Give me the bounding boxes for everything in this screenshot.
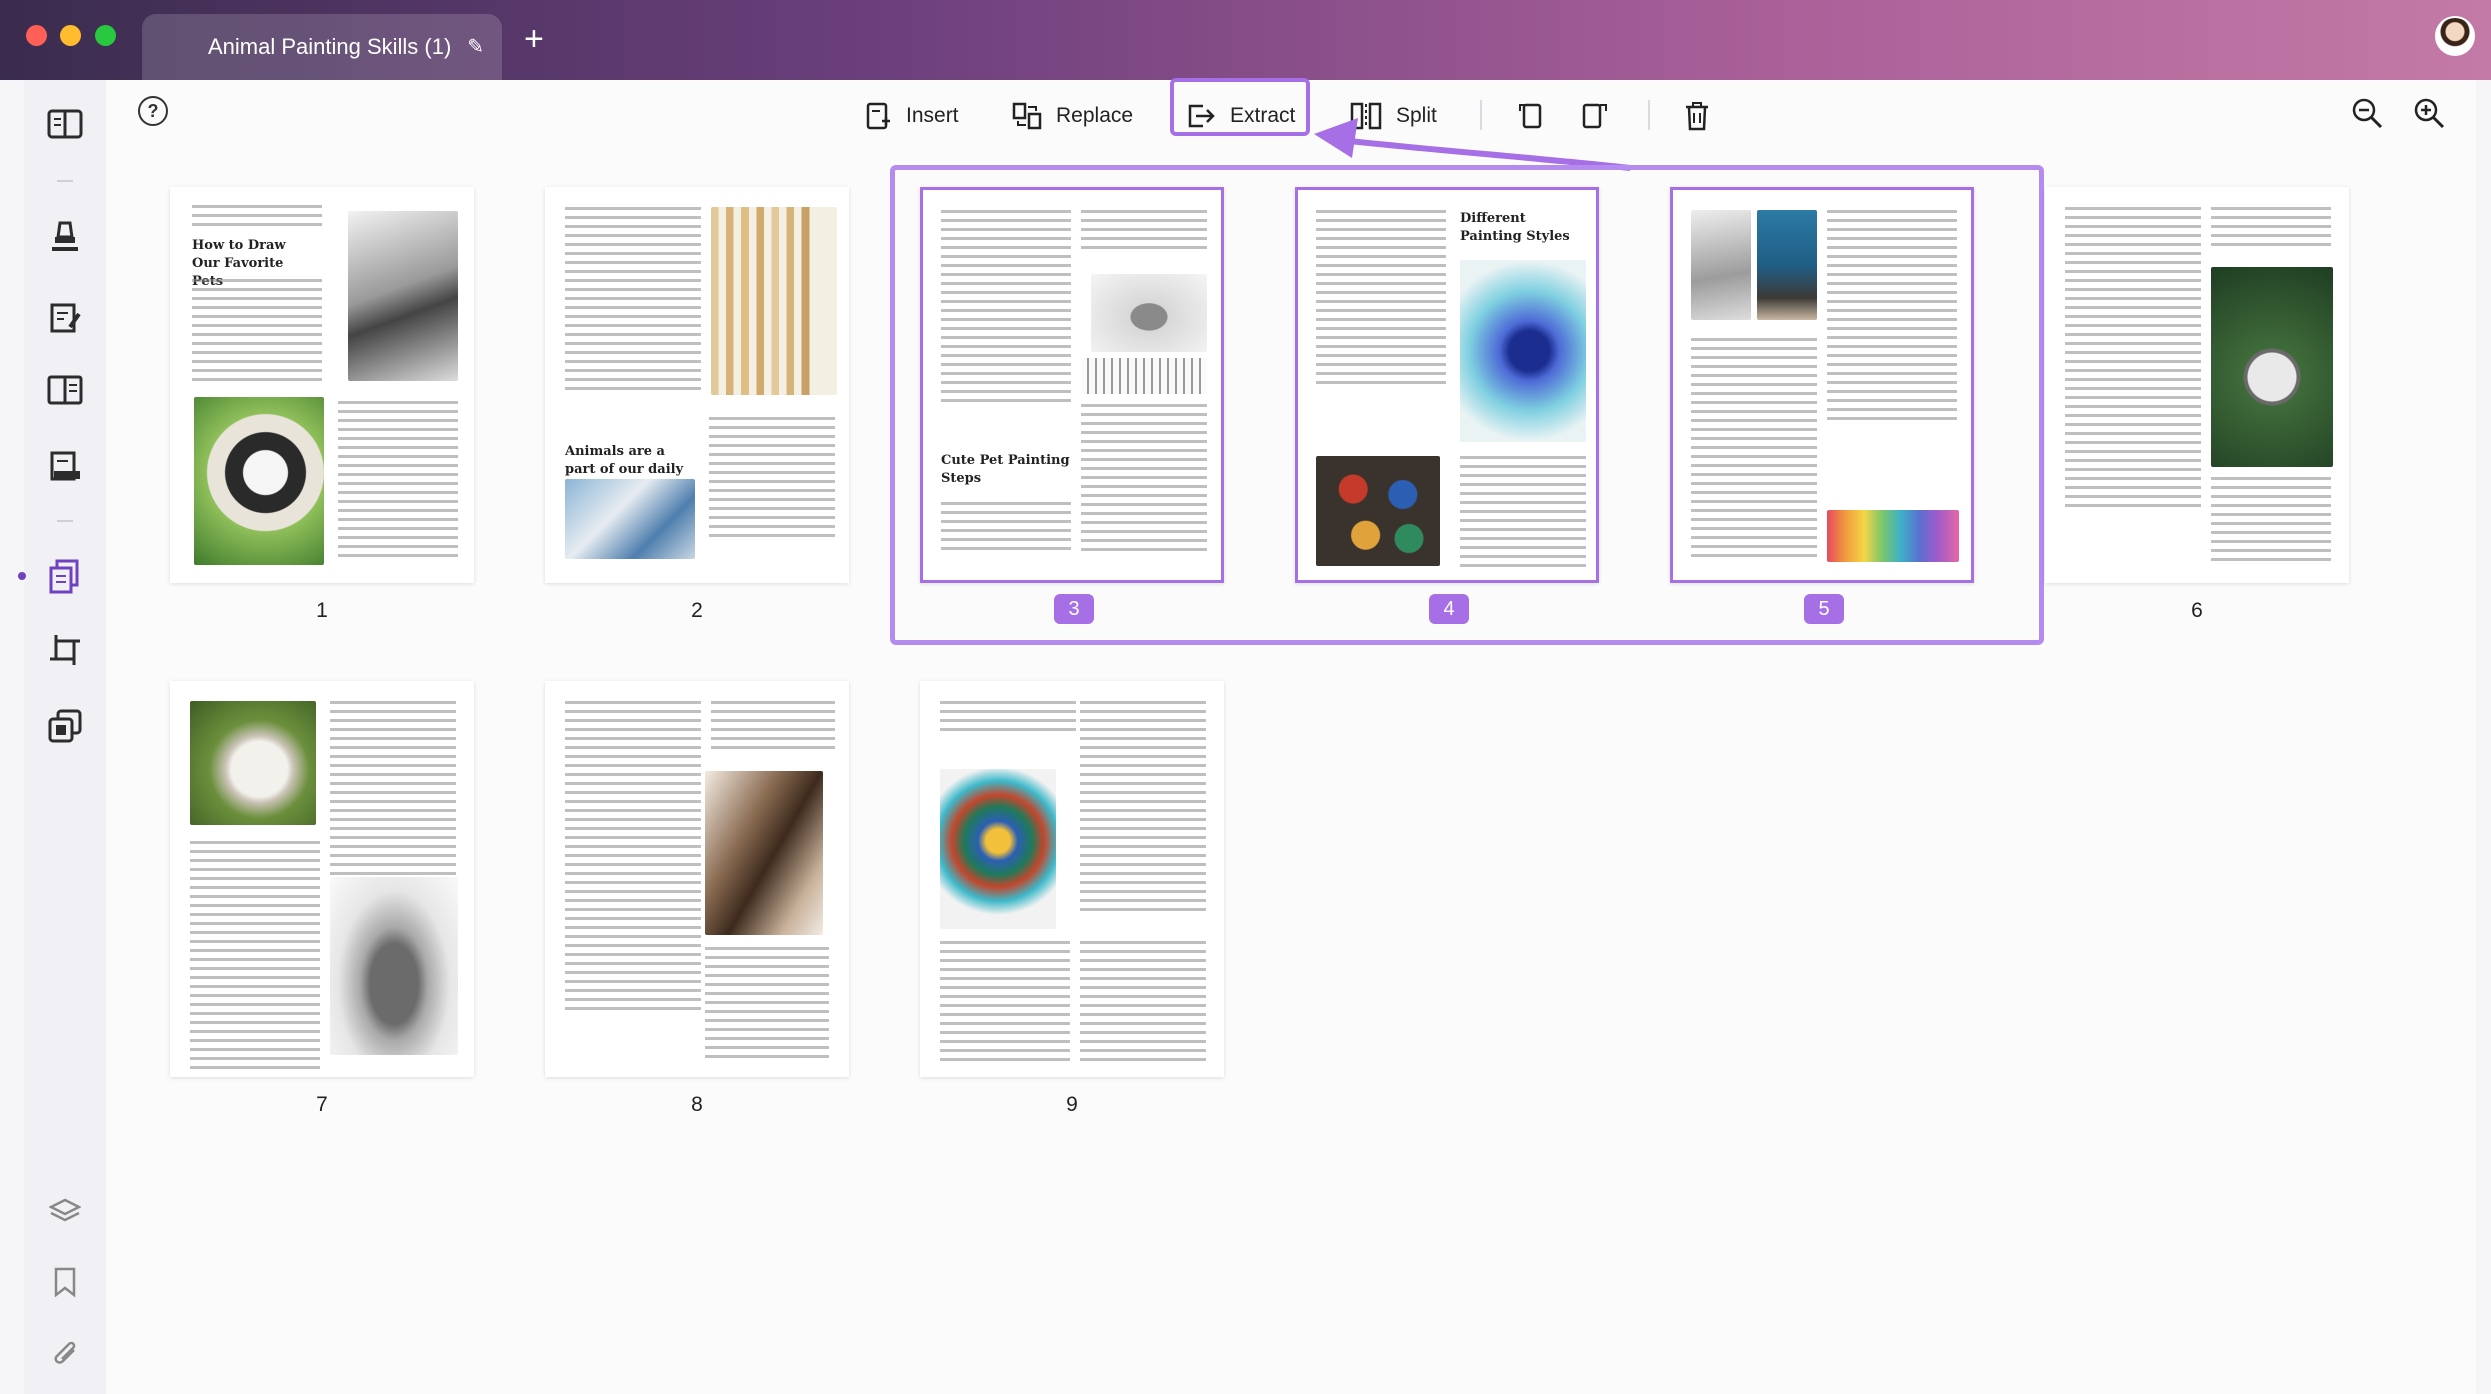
page-number-5: 5	[1804, 594, 1844, 624]
insert-page-icon	[866, 102, 890, 130]
document-tab-title: Animal Painting Skills (1)	[208, 34, 452, 59]
replace-label: Replace	[1056, 104, 1134, 127]
insert-button[interactable]: Insert	[866, 96, 959, 136]
paint-pots-image	[1316, 456, 1440, 566]
page-number-6: 6	[2191, 599, 2203, 622]
sidebar-divider	[57, 520, 73, 522]
page-number-3: 3	[1054, 594, 1094, 624]
layers-icon[interactable]	[45, 1192, 85, 1232]
horse-sketch-image	[705, 771, 823, 935]
page-thumbnail-7[interactable]	[170, 681, 474, 1077]
pencil-icon[interactable]: ✎	[467, 34, 484, 59]
page-number-4: 4	[1429, 594, 1469, 624]
active-indicator	[18, 572, 26, 580]
title-bar: Animal Painting Skills (1) ✎ +	[0, 0, 2491, 80]
rabbit-sketch-image	[330, 877, 458, 1055]
page-thumbnail-1[interactable]: How to Draw Our Favorite Pets	[170, 187, 474, 583]
colored-pencils-image	[1827, 510, 1959, 562]
page-thumbnail-5[interactable]	[1670, 187, 1974, 583]
left-sidebar	[18, 80, 106, 1394]
page-thumbnail-6[interactable]	[2045, 187, 2349, 583]
page-number-2: 2	[691, 599, 703, 622]
help-button[interactable]: ?	[138, 96, 168, 126]
page-number-8: 8	[691, 1093, 703, 1116]
toolbar-divider	[1648, 100, 1650, 130]
dog-painting-image	[194, 397, 324, 565]
sketch-steps-image	[1081, 358, 1207, 394]
corgi-sketch-image	[1091, 274, 1207, 352]
page-thumbnail-3[interactable]: Cute Pet Painting Steps	[920, 187, 1224, 583]
bookmark-icon[interactable]	[45, 1262, 85, 1302]
extract-label: Extract	[1230, 104, 1296, 127]
page-thumbnail-9[interactable]	[920, 681, 1224, 1077]
rabbit-photo-image	[190, 701, 316, 825]
paintbrushes-image	[711, 207, 837, 395]
attachment-icon[interactable]	[45, 1332, 85, 1372]
maximize-window-button[interactable]	[95, 25, 116, 46]
extract-button[interactable]: Extract	[1186, 96, 1295, 136]
blue-door-image	[1757, 210, 1817, 320]
cat-painting-image	[940, 769, 1056, 929]
new-tab-button[interactable]: +	[524, 22, 544, 56]
plants-painting-image	[2211, 267, 2333, 467]
replace-page-icon	[1012, 102, 1042, 130]
organize-pages-icon[interactable]	[45, 556, 85, 596]
delete-page-button[interactable]	[1684, 96, 1710, 136]
sidebar-divider	[57, 180, 73, 182]
highlighter-icon[interactable]	[45, 216, 85, 256]
trash-icon	[1686, 102, 1708, 131]
page-heading: Different Painting Styles	[1460, 211, 1570, 244]
page-thumbnail-8[interactable]	[545, 681, 849, 1077]
organize-toolbar: ? Insert Replace Extract Split	[106, 78, 2476, 162]
page-number-1: 1	[316, 599, 328, 622]
app-window: Animal Painting Skills (1) ✎ + ? Insert …	[0, 0, 2491, 1394]
zoom-out-icon[interactable]	[2350, 96, 2384, 130]
edit-pdf-icon[interactable]	[45, 298, 85, 338]
dog-sketch-image	[348, 211, 458, 381]
watercolor-desk-image	[565, 479, 695, 559]
page-thumbnail-4[interactable]: Different Painting Styles	[1295, 187, 1599, 583]
page-thumbnail-2[interactable]: Animals are a part of our daily life	[545, 187, 849, 583]
insert-label: Insert	[906, 104, 959, 127]
sign-icon[interactable]	[45, 446, 85, 486]
close-window-button[interactable]	[26, 25, 47, 46]
batch-icon[interactable]	[45, 706, 85, 746]
page-organizer: ? Insert Replace Extract Split How to Dr…	[106, 78, 2476, 1394]
crop-icon[interactable]	[45, 630, 85, 670]
watercolor-image	[1460, 260, 1586, 442]
reader-icon[interactable]	[45, 104, 85, 144]
document-tab[interactable]: Animal Painting Skills (1) ✎	[142, 14, 502, 80]
avatar[interactable]	[2435, 16, 2475, 56]
minimize-window-button[interactable]	[60, 25, 81, 46]
extract-page-icon	[1188, 104, 1215, 128]
form-icon[interactable]	[45, 370, 85, 410]
page-number-7: 7	[316, 1093, 328, 1116]
zoom-in-icon[interactable]	[2412, 96, 2446, 130]
figure-sketch-image	[1691, 210, 1751, 320]
page-heading: Cute Pet Painting Steps	[941, 453, 1070, 486]
page-number-9: 9	[1066, 1093, 1078, 1116]
replace-button[interactable]: Replace	[1012, 96, 1133, 136]
